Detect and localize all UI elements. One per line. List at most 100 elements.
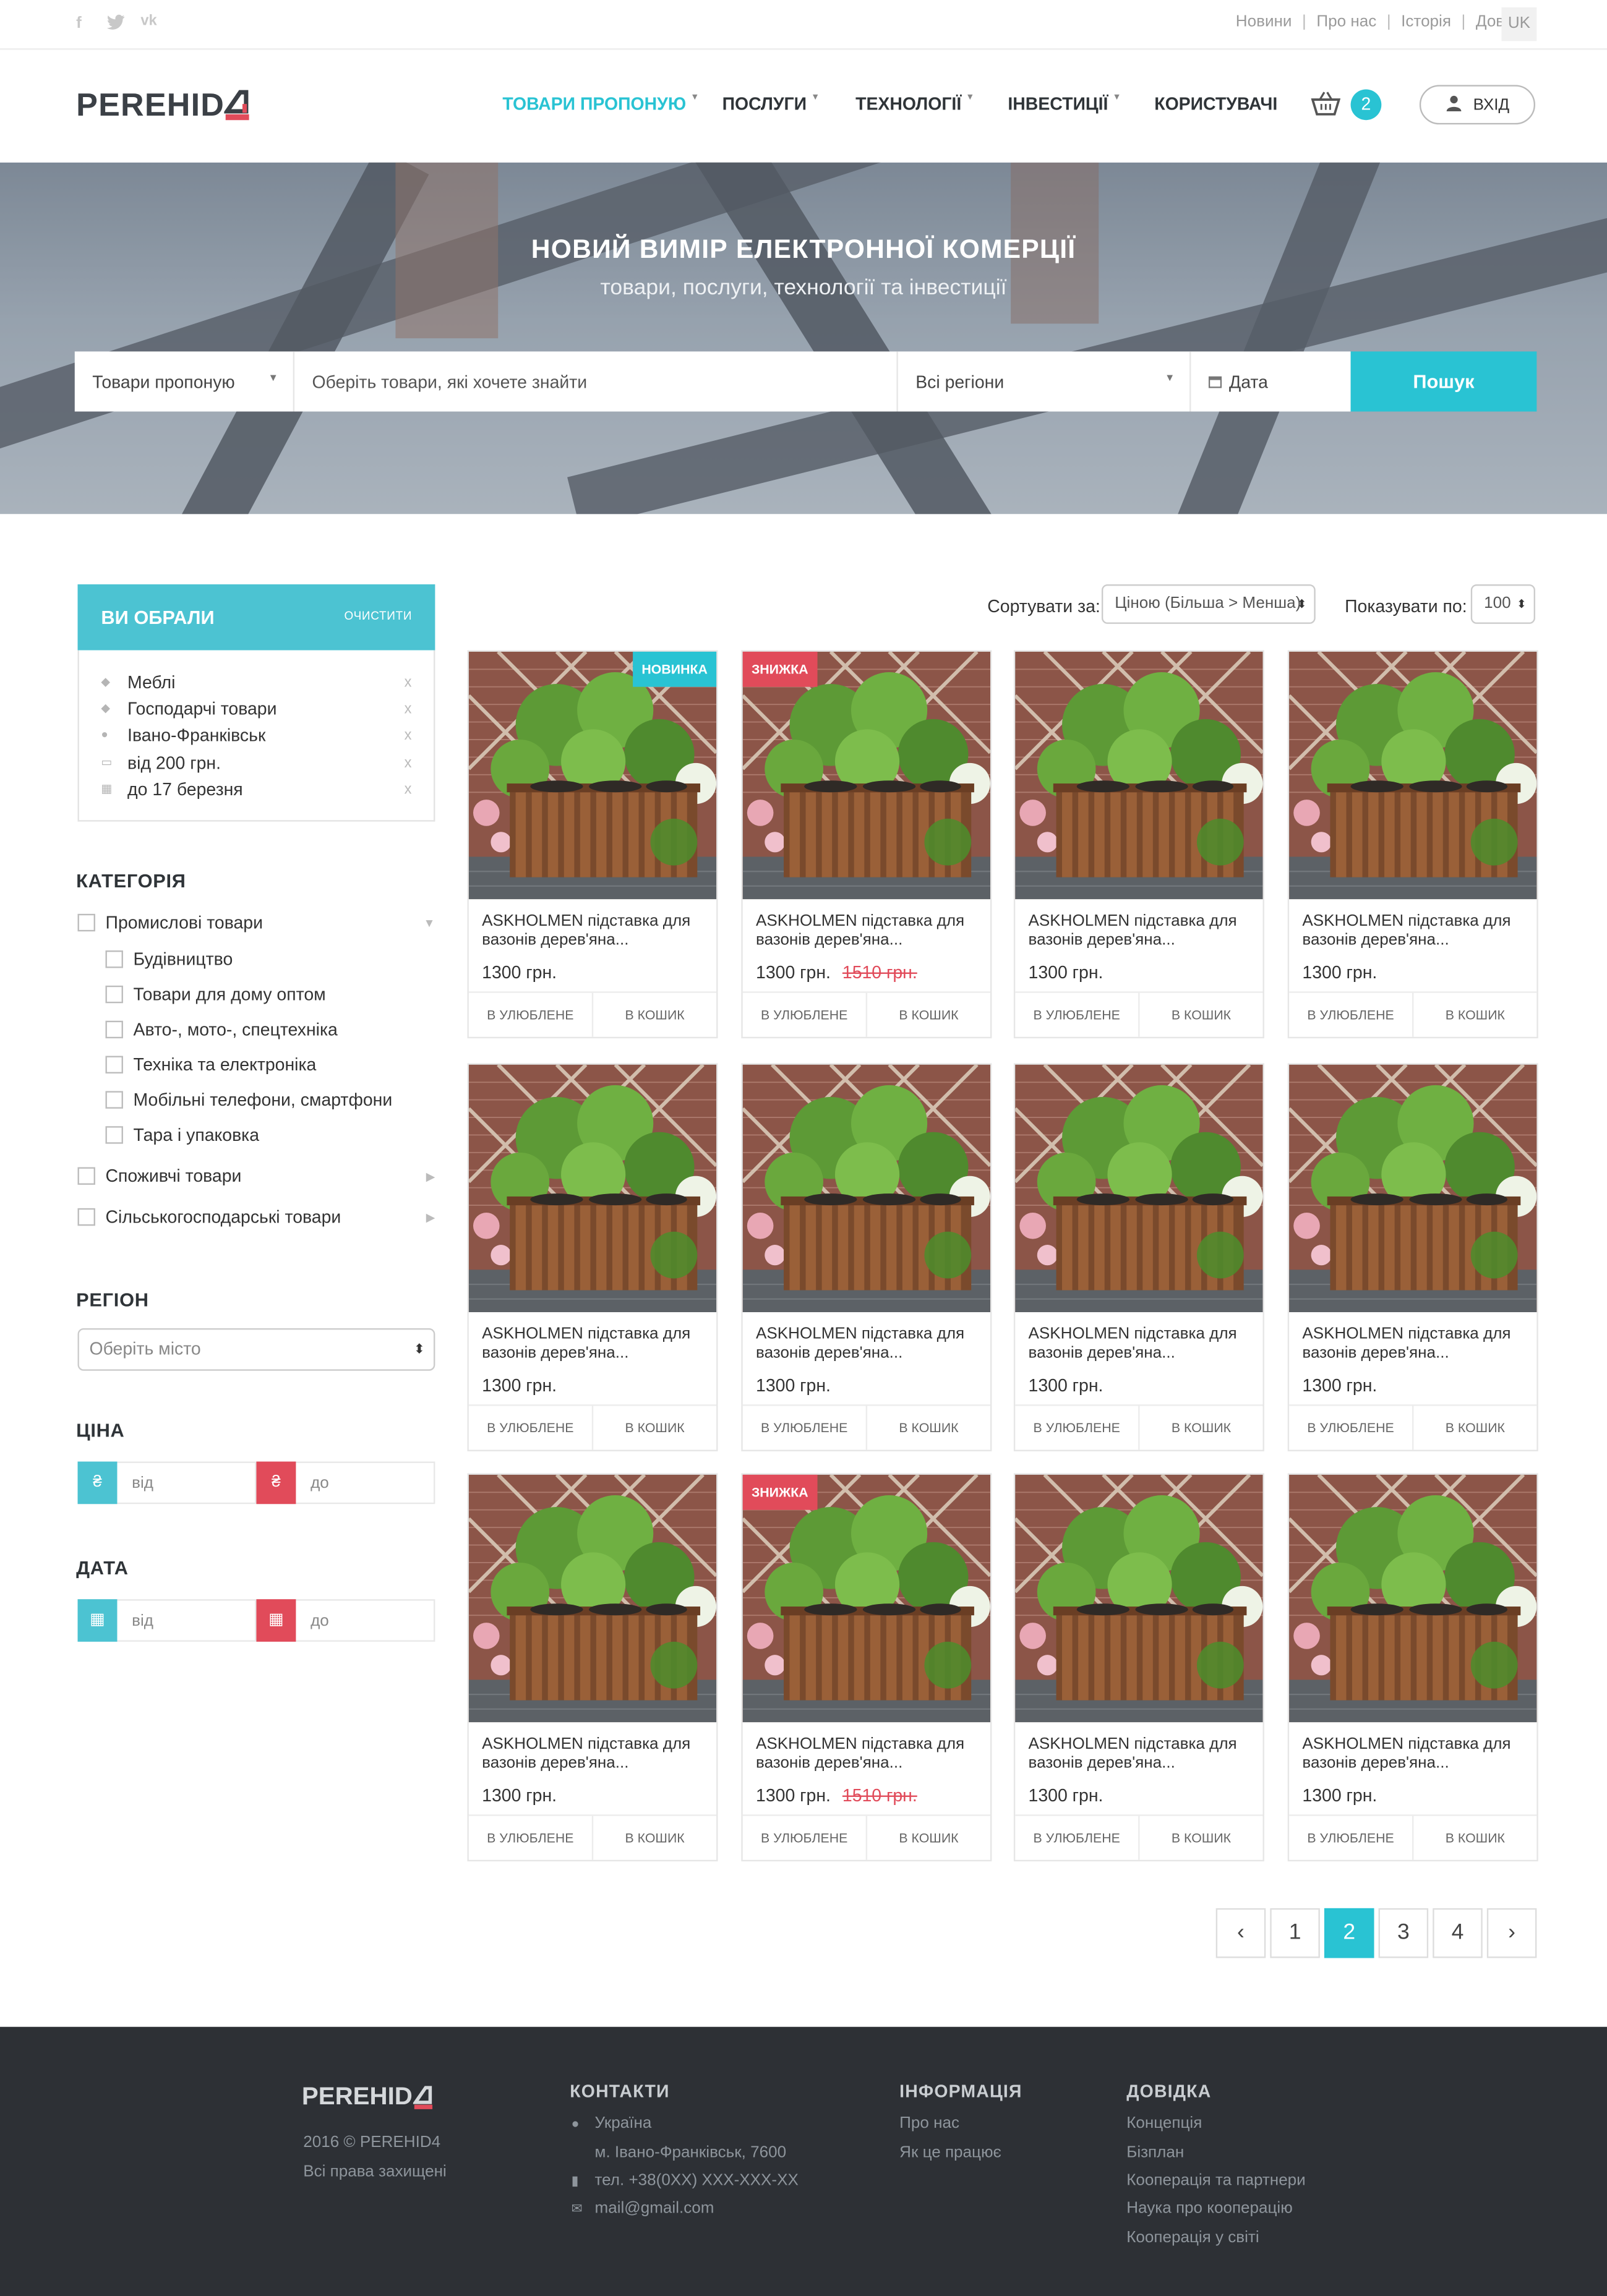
category-item[interactable]: Споживчі товари ▶ bbox=[77, 1164, 435, 1188]
product-image[interactable] bbox=[742, 1064, 990, 1312]
category-item[interactable]: Сільськогосподарські товари ▶ bbox=[77, 1205, 435, 1229]
add-to-cart-button[interactable]: В КОШИК bbox=[1413, 1406, 1536, 1450]
region-select[interactable]: Всі регіони ▼ bbox=[898, 351, 1191, 412]
price-to-field[interactable]: ₴ до bbox=[256, 1461, 435, 1504]
add-to-favorites-button[interactable]: В УЛЮБЛЕНЕ bbox=[743, 1816, 868, 1860]
add-to-favorites-button[interactable]: В УЛЮБЛЕНЕ bbox=[1015, 1816, 1140, 1860]
price-from-field[interactable]: ₴ від bbox=[77, 1461, 257, 1504]
product-card[interactable]: ASKHOLMEN підставка для вазонів дерев'ян… bbox=[1287, 1063, 1538, 1451]
product-image[interactable] bbox=[742, 651, 990, 900]
product-image[interactable] bbox=[468, 1474, 717, 1723]
nav-services[interactable]: ПОСЛУГИ ▼ bbox=[722, 94, 820, 114]
clear-filters-button[interactable]: ОЧИСТИТИ bbox=[345, 609, 413, 622]
add-to-cart-button[interactable]: В КОШИК bbox=[867, 1406, 990, 1450]
product-card[interactable]: ЗНИЖКА ASKHOLMEN підставка для вазонів д… bbox=[741, 650, 992, 1039]
add-to-favorites-button[interactable]: В УЛЮБЛЕНЕ bbox=[1289, 992, 1414, 1037]
product-image[interactable] bbox=[1015, 651, 1263, 900]
city-select[interactable]: Оберіть місто ⬍ bbox=[77, 1328, 435, 1371]
cart-icon[interactable] bbox=[1311, 91, 1341, 117]
category-item[interactable]: Авто-, мото-, спецтехніка bbox=[105, 1018, 338, 1041]
nav-investments[interactable]: ІНВЕСТИЦІЇ ▼ bbox=[1008, 94, 1121, 114]
nav-technologies[interactable]: ТЕХНОЛОГІЇ ▼ bbox=[855, 94, 974, 114]
nav-users[interactable]: КОРИСТУВАЧІ bbox=[1154, 94, 1277, 114]
product-title[interactable]: ASKHOLMEN підставка для вазонів дерев'ян… bbox=[1302, 1325, 1529, 1364]
checkbox[interactable] bbox=[77, 1167, 95, 1185]
product-card[interactable]: ASKHOLMEN підставка для вазонів дерев'ян… bbox=[741, 1063, 992, 1451]
category-item[interactable]: Мобільні телефони, смартфони bbox=[105, 1088, 393, 1112]
add-to-cart-button[interactable]: В КОШИК bbox=[593, 993, 716, 1037]
product-image[interactable] bbox=[742, 1474, 990, 1723]
remove-icon[interactable]: x bbox=[405, 727, 412, 743]
facebook-icon[interactable]: f bbox=[76, 15, 93, 32]
footer-link[interactable]: Концепція bbox=[1126, 2115, 1202, 2132]
remove-icon[interactable]: x bbox=[405, 701, 412, 717]
checkbox[interactable] bbox=[105, 1056, 123, 1073]
add-to-favorites-button[interactable]: В УЛЮБЛЕНЕ bbox=[743, 992, 868, 1037]
add-to-cart-button[interactable]: В КОШИК bbox=[867, 1816, 990, 1860]
product-title[interactable]: ASKHOLMEN підставка для вазонів дерев'ян… bbox=[482, 1325, 709, 1364]
product-card[interactable]: ASKHOLMEN підставка для вазонів дерев'ян… bbox=[1013, 1063, 1264, 1451]
product-card[interactable]: ASKHOLMEN підставка для вазонів дерев'ян… bbox=[467, 1473, 718, 1862]
pagination-page-current[interactable]: 2 bbox=[1324, 1908, 1374, 1958]
footer-link[interactable]: Наука про кооперацію bbox=[1126, 2200, 1293, 2217]
product-card[interactable]: ASKHOLMEN підставка для вазонів дерев'ян… bbox=[1013, 650, 1264, 1039]
add-to-favorites-button[interactable]: В УЛЮБЛЕНЕ bbox=[743, 1406, 868, 1450]
pagination-page[interactable]: 4 bbox=[1433, 1908, 1483, 1958]
product-title[interactable]: ASKHOLMEN підставка для вазонів дерев'ян… bbox=[756, 912, 983, 950]
category-item[interactable]: Промислові товари ▼ bbox=[77, 911, 435, 934]
product-title[interactable]: ASKHOLMEN підставка для вазонів дерев'ян… bbox=[482, 912, 709, 950]
footer-link[interactable]: Бізплан bbox=[1126, 2144, 1184, 2161]
language-switch[interactable]: UK bbox=[1501, 7, 1537, 41]
add-to-cart-button[interactable]: В КОШИК bbox=[1140, 1816, 1263, 1860]
date-from-field[interactable]: ▦ від bbox=[77, 1598, 257, 1642]
product-title[interactable]: ASKHOLMEN підставка для вазонів дерев'ян… bbox=[1029, 1325, 1256, 1364]
add-to-favorites-button[interactable]: В УЛЮБЛЕНЕ bbox=[1015, 1406, 1140, 1450]
footer-link[interactable]: Про нас bbox=[899, 2115, 959, 2132]
top-link-about[interactable]: Про нас bbox=[1316, 13, 1376, 30]
product-image[interactable] bbox=[1015, 1064, 1263, 1312]
per-page-select[interactable]: 100 ⬍ bbox=[1470, 584, 1535, 624]
pagination-next[interactable]: › bbox=[1486, 1908, 1537, 1958]
product-card[interactable]: ASKHOLMEN підставка для вазонів дерев'ян… bbox=[467, 1063, 718, 1451]
search-input[interactable]: Оберіть товари, які хочете знайти bbox=[294, 351, 898, 412]
add-to-favorites-button[interactable]: В УЛЮБЛЕНЕ bbox=[1289, 1816, 1414, 1860]
product-card[interactable]: ASKHOLMEN підставка для вазонів дерев'ян… bbox=[1013, 1473, 1264, 1862]
chevron-down-icon[interactable]: ▼ bbox=[424, 916, 435, 929]
category-item[interactable]: Будівництво bbox=[105, 947, 233, 971]
product-title[interactable]: ASKHOLMEN підставка для вазонів дерев'ян… bbox=[1302, 1735, 1529, 1773]
add-to-favorites-button[interactable]: В УЛЮБЛЕНЕ bbox=[1289, 1406, 1414, 1450]
add-to-cart-button[interactable]: В КОШИК bbox=[867, 993, 990, 1037]
remove-icon[interactable]: x bbox=[405, 755, 412, 771]
category-item[interactable]: Тара і упаковка bbox=[105, 1123, 259, 1146]
checkbox[interactable] bbox=[77, 913, 95, 932]
add-to-cart-button[interactable]: В КОШИК bbox=[593, 1406, 716, 1450]
product-title[interactable]: ASKHOLMEN підставка для вазонів дерев'ян… bbox=[756, 1325, 983, 1364]
product-title[interactable]: ASKHOLMEN підставка для вазонів дерев'ян… bbox=[1029, 1735, 1256, 1773]
checkbox[interactable] bbox=[105, 985, 123, 1004]
product-title[interactable]: ASKHOLMEN підставка для вазонів дерев'ян… bbox=[1029, 912, 1256, 950]
product-title[interactable]: ASKHOLMEN підставка для вазонів дерев'ян… bbox=[756, 1735, 983, 1773]
nav-goods[interactable]: ТОВАРИ ПРОПОНУЮ ▼ bbox=[502, 94, 699, 114]
product-title[interactable]: ASKHOLMEN підставка для вазонів дерев'ян… bbox=[482, 1735, 709, 1773]
footer-link[interactable]: Кооперація та партнери bbox=[1126, 2172, 1306, 2189]
search-button[interactable]: Пошук bbox=[1350, 351, 1537, 412]
product-card[interactable]: ASKHOLMEN підставка для вазонів дерев'ян… bbox=[1287, 650, 1538, 1039]
remove-icon[interactable]: x bbox=[405, 781, 412, 797]
add-to-favorites-button[interactable]: В УЛЮБЛЕНЕ bbox=[469, 1816, 594, 1860]
date-to-field[interactable]: ▦ до bbox=[256, 1598, 435, 1642]
add-to-cart-button[interactable]: В КОШИК bbox=[593, 1816, 716, 1860]
product-image[interactable] bbox=[1289, 1474, 1537, 1723]
checkbox[interactable] bbox=[105, 1091, 123, 1109]
add-to-cart-button[interactable]: В КОШИК bbox=[1140, 1406, 1263, 1450]
pagination-page[interactable]: 3 bbox=[1378, 1908, 1429, 1958]
pagination-page[interactable]: 1 bbox=[1270, 1908, 1320, 1958]
pagination-prev[interactable]: ‹ bbox=[1215, 1908, 1266, 1958]
footer-logo[interactable]: PEREHID bbox=[302, 2083, 433, 2112]
add-to-favorites-button[interactable]: В УЛЮБЛЕНЕ bbox=[1015, 992, 1140, 1037]
product-image[interactable] bbox=[1289, 1064, 1537, 1312]
product-image[interactable] bbox=[468, 1064, 717, 1312]
product-card[interactable]: ЗНИЖКА ASKHOLMEN підставка для вазонів д… bbox=[741, 1473, 992, 1862]
checkbox[interactable] bbox=[105, 1126, 123, 1144]
sort-select[interactable]: Ціною (Більша > Менша) ⬍ bbox=[1101, 584, 1316, 624]
checkbox[interactable] bbox=[105, 1020, 123, 1039]
